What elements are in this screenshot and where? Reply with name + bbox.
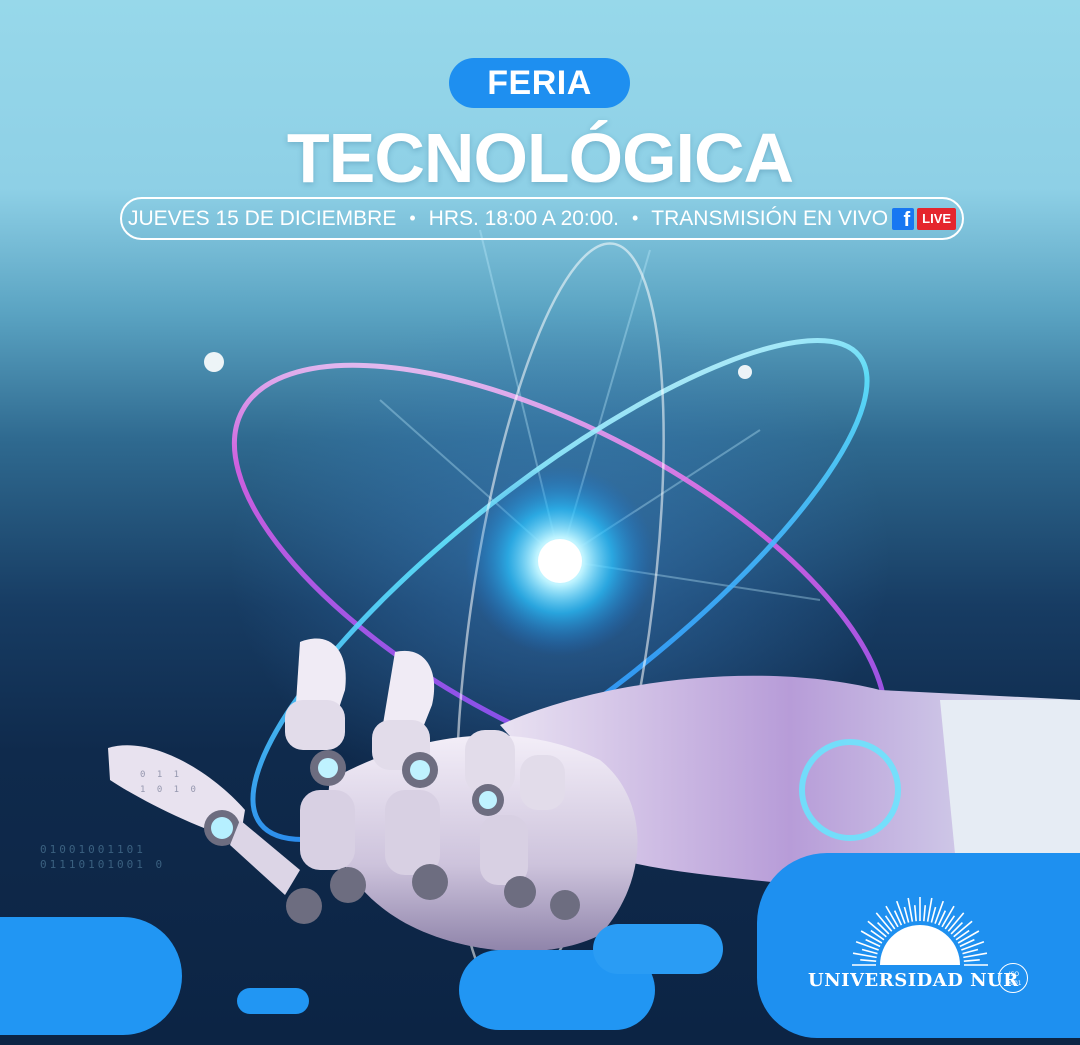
event-title: TECNOLÓGICA: [286, 119, 794, 197]
logo-ray: [860, 958, 877, 962]
hand-code-line: 1 0 1 0: [140, 785, 199, 795]
logo-ray: [926, 897, 933, 922]
logo-ray: [963, 958, 980, 962]
logo-ray: [950, 922, 963, 935]
logo-ray: [934, 900, 945, 924]
logo-ray: [877, 922, 890, 935]
logo-ray: [963, 952, 988, 959]
hand-code-decor: 0 1 1 1 0 1 0: [140, 768, 199, 798]
logo-ray: [962, 948, 979, 955]
hand-code-line: 0 1 1: [140, 770, 183, 780]
university-name: UNIVERSIDAD NUR: [808, 970, 1019, 991]
logo-ray: [903, 906, 910, 923]
logo-ray: [895, 900, 906, 924]
stream-label: TRANSMISIÓN EN VIVO: [651, 206, 889, 230]
logo-ray: [961, 940, 985, 951]
facebook-icon: f: [892, 207, 915, 231]
decor-pill-middle: [593, 924, 723, 974]
event-info-bar: JUEVES 15 DE DICIEMBRE • HRS. 18:00 A 20…: [120, 197, 964, 240]
event-time: HRS. 18:00 A 20:00.: [428, 206, 619, 230]
logo-ray: [913, 905, 917, 922]
binary-line: 01001001101: [40, 843, 146, 856]
separator-dot: •: [409, 208, 416, 228]
decor-pill-small: [237, 988, 309, 1014]
logo-ray: [855, 940, 879, 951]
logo-ray: [923, 905, 927, 922]
decor-blob-left: [0, 917, 182, 1035]
svg-text:9001: 9001: [1006, 980, 1021, 987]
poster: 01001001101 01110101001 0 0 1 1 1 0 1 0 …: [0, 0, 1080, 1045]
logo-ray: [861, 948, 878, 955]
binary-code-decor: 01001001101 01110101001 0: [40, 842, 165, 872]
iso-seal-icon: ISO 9001: [998, 963, 1028, 993]
separator-dot: •: [631, 208, 639, 228]
logo-ray: [907, 897, 914, 922]
event-tag: FERIA: [449, 58, 630, 108]
svg-text:ISO: ISO: [1009, 971, 1020, 978]
event-date: JUEVES 15 DE DICIEMBRE: [127, 206, 397, 230]
live-badge: LIVE: [917, 207, 957, 230]
binary-line: 01110101001 0: [40, 858, 166, 871]
logo-ray: [930, 906, 937, 923]
logo-ray: [852, 952, 877, 959]
